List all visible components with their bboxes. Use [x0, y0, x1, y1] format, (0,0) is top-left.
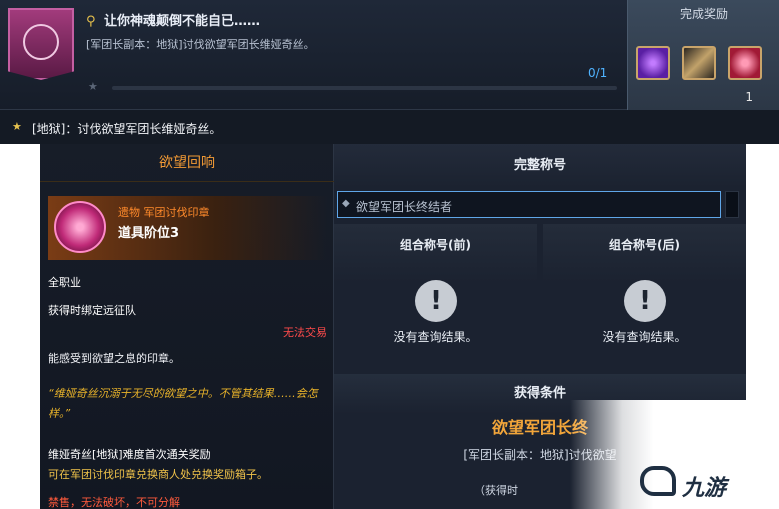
search-icon: ⚲	[86, 14, 96, 29]
screenshot-root: ⚲ 让你神魂颠倒不能自已…… [军团长副本：地狱]讨伐欲望军团长维娅奇丝。 ★ 0…	[0, 0, 779, 509]
desire-seal-icon[interactable]	[728, 46, 762, 80]
full-title-header: 完整称号	[334, 144, 746, 188]
desire-seal-icon	[54, 201, 106, 253]
item-restrictions: 禁售，无法破坏，不可分解	[48, 496, 180, 509]
reward-title: 完成奖励	[679, 7, 728, 21]
quest-banner-icon	[8, 8, 74, 80]
scrollbar[interactable]	[725, 191, 739, 218]
item-exchange-note: 可在军团讨伐印章兑换商人处兑换奖励箱子。	[48, 468, 268, 481]
exclamation-icon: !	[415, 280, 457, 322]
item-type: 遗物 军团讨伐印章	[118, 206, 210, 219]
item-name: 道具阶位3	[118, 226, 180, 241]
title-input-value: 欲望军团长终结者	[356, 200, 453, 214]
tooltip-header: 欲望回响	[40, 144, 334, 182]
watermark-text: 九游	[682, 476, 727, 501]
combo-front-empty: 没有查询结果。	[393, 330, 478, 344]
exclamation-icon: !	[624, 280, 666, 322]
objective-text: [地狱]：讨伐欲望军团长维娅奇丝。	[32, 122, 222, 136]
quest-progress-bar	[112, 86, 617, 90]
item-quote: “维娅奇丝沉溺于无尽的欲望之中。不管其结果……会怎样。”	[48, 387, 318, 420]
quest-progress: 0/1	[588, 66, 608, 80]
star-icon: ★	[12, 120, 22, 133]
reward-panel: 完成奖励 1	[627, 0, 779, 110]
item-tooltip: 欲望回响 遗物 军团讨伐印章 道具阶位3 全职业 获得时绑定远征队 无法交易 能…	[40, 144, 334, 509]
quest-title[interactable]: ⚲ 让你神魂颠倒不能自已……	[86, 10, 260, 29]
item-bind: 获得时绑定远征队	[48, 304, 136, 317]
quest-description: [军团长副本：地狱]讨伐欲望军团长维娅奇丝。	[86, 38, 315, 51]
item-reward-note: 维娅奇丝[地狱]难度首次通关奖励	[48, 448, 211, 461]
combo-back-header: 组合称号(后)	[609, 238, 680, 252]
purple-crystal-icon[interactable]	[636, 46, 670, 80]
condition-foot: （获得时	[474, 484, 518, 497]
combo-back-empty: 没有查询结果。	[602, 330, 687, 344]
objective-row: ★ [地狱]：讨伐欲望军团长维娅奇丝。	[0, 110, 779, 144]
condition-header: 获得条件	[513, 386, 566, 401]
watermark-logo-icon	[640, 466, 676, 496]
item-class: 全职业	[48, 276, 81, 289]
reward-items	[636, 46, 762, 80]
tooltip-item: 遗物 军团讨伐印章 道具阶位3	[48, 196, 328, 260]
item-trade: 无法交易	[283, 326, 327, 339]
scroll-icon[interactable]	[682, 46, 716, 80]
title-search-input[interactable]: ◆ 欲望军团长终结者	[337, 191, 721, 218]
reward-count: 1	[745, 90, 753, 104]
star-icon: ★	[88, 80, 98, 93]
combo-front-header: 组合称号(前)	[400, 238, 471, 252]
combo-title-front: 组合称号(前) ! 没有查询结果。	[334, 224, 537, 372]
item-flavor: 能感受到欲望之息的印章。	[48, 352, 180, 365]
quest-panel: ⚲ 让你神魂颠倒不能自已…… [军团长副本：地狱]讨伐欲望军团长维娅奇丝。 ★ 0…	[0, 0, 779, 110]
combo-title-back: 组合称号(后) ! 没有查询结果。	[543, 224, 746, 372]
diamond-icon: ◆	[342, 198, 350, 209]
